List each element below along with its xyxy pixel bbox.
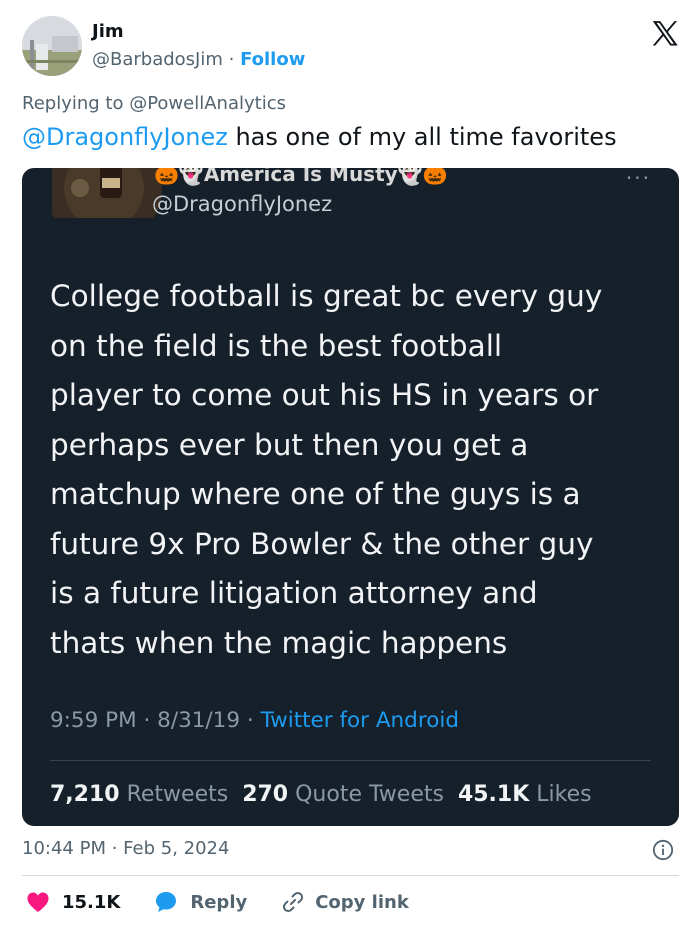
like-count: 15.1K <box>62 891 121 913</box>
replying-to: Replying to @PowellAnalytics <box>22 93 286 114</box>
retweets-count: 7,210 <box>50 782 120 807</box>
tweet-mention[interactable]: @DragonflyJonez <box>22 123 228 151</box>
replying-to-prefix: Replying to <box>22 93 130 114</box>
author-handle[interactable]: @BarbadosJim <box>92 49 223 70</box>
embedded-display-name: 🎃👻America Is Musty👻🎃 <box>154 168 448 186</box>
tweet-actions: 15.1K Reply Copy link <box>26 889 409 915</box>
follow-button[interactable]: Follow <box>240 49 305 70</box>
embedded-handle: @DragonflyJonez <box>152 192 333 216</box>
embedded-source: Twitter for Android <box>260 708 459 733</box>
quotes-label: Quote Tweets <box>288 782 458 807</box>
embedded-stats: 7,210 Retweets 270 Quote Tweets 45.1K Li… <box>50 782 592 807</box>
embedded-likes-label: Likes <box>529 782 592 807</box>
meta-separator: · <box>240 708 261 733</box>
embedded-likes-count: 45.1K <box>457 782 530 807</box>
author-avatar[interactable] <box>22 16 82 76</box>
like-button[interactable]: 15.1K <box>26 891 120 913</box>
tweet-timestamp[interactable]: 10:44 PM · Feb 5, 2024 <box>22 838 229 859</box>
reply-label: Reply <box>190 891 248 913</box>
reply-button[interactable]: Reply <box>154 890 247 914</box>
avatar-photo <box>22 16 82 76</box>
quotes-count: 270 <box>242 782 289 807</box>
link-icon <box>283 891 304 913</box>
embedded-tweet-screenshot[interactable]: 🎃👻America Is Musty👻🎃 ··· @DragonflyJonez… <box>22 168 679 826</box>
actions-divider <box>22 875 679 876</box>
tweet-header: Jim @BarbadosJim · Follow <box>22 14 682 80</box>
copy-link-label: Copy link <box>315 891 409 913</box>
heart-icon <box>27 892 49 912</box>
replying-to-mention[interactable]: @PowellAnalytics <box>129 93 286 114</box>
copy-link-button[interactable]: Copy link <box>281 890 409 914</box>
retweets-label: Retweets <box>119 782 243 807</box>
meta-separator: · <box>136 708 158 733</box>
more-options-icon: ··· <box>625 168 651 190</box>
embedded-date: 8/31/19 <box>157 708 241 733</box>
pumpkin-emoji-icon: 🎃 <box>422 168 448 186</box>
handle-separator: · <box>222 49 241 70</box>
ghost-emoji-icon: 👻 <box>178 168 204 186</box>
tweet-body: has one of my all time favorites <box>227 123 617 151</box>
speech-bubble-icon <box>156 892 177 912</box>
tweet-text: @DragonflyJonez has one of my all time f… <box>22 123 617 151</box>
embedded-avatar <box>52 168 162 218</box>
author-handle-row: @BarbadosJim · Follow <box>92 49 305 70</box>
embedded-time: 9:59 PM <box>50 708 137 733</box>
x-logo-icon[interactable] <box>650 18 680 48</box>
pumpkin-emoji-icon: 🎃 <box>154 168 179 186</box>
embedded-divider <box>50 760 651 761</box>
embedded-display-name-text: America Is Musty <box>203 168 398 186</box>
author-name[interactable]: Jim <box>92 21 124 42</box>
info-icon[interactable] <box>652 839 674 861</box>
ghost-emoji-icon: 👻 <box>397 168 423 186</box>
embedded-tweet-body: College football is great bc every guy o… <box>50 279 603 660</box>
embedded-tweet-meta: 9:59 PM · 8/31/19 · Twitter for Android <box>50 708 459 733</box>
